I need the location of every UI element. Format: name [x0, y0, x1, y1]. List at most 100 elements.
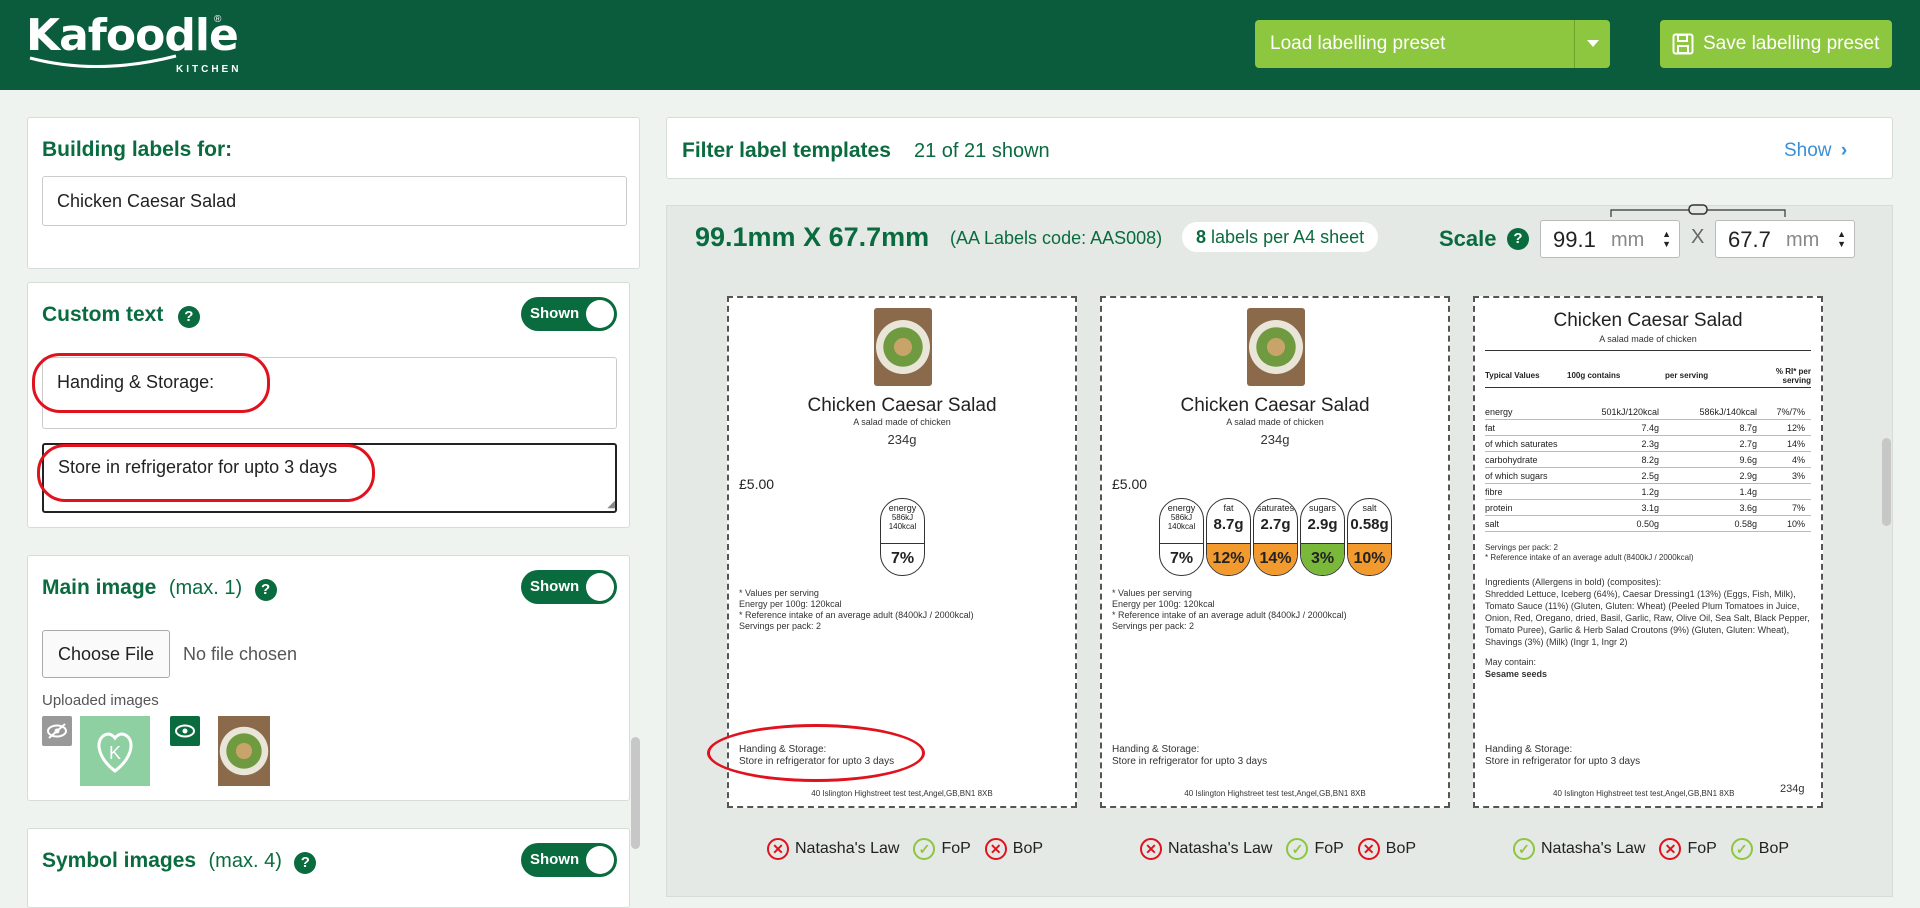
nutrition-cell: 4%	[1791, 454, 1805, 465]
nutrition-cell: 10%	[1786, 518, 1805, 529]
symbol-images-toggle[interactable]: Shown	[521, 843, 617, 877]
tl-value: 2.9g	[1307, 516, 1338, 533]
logo-swoosh-icon	[29, 54, 177, 69]
help-icon[interactable]: ?	[1507, 228, 1529, 250]
height-input[interactable]: 67.7 mm ▲ ▼	[1715, 220, 1855, 258]
main-image-header: Main image (max. 1) ?	[42, 576, 277, 601]
sidebar-scrollbar[interactable]	[631, 737, 640, 849]
width-input[interactable]: 99.1 mm ▲ ▼	[1540, 220, 1680, 258]
label-notes: * Values per serving Energy per 100g: 12…	[1112, 588, 1347, 632]
preview-scrollbar[interactable]	[1882, 438, 1891, 526]
main-image-max: (max. 1)	[168, 577, 243, 599]
scale-label: Scale	[1439, 226, 1497, 251]
nutrition-cell: salt	[1485, 518, 1500, 529]
stepper-icon[interactable]: ▲ ▼	[1837, 229, 1846, 249]
help-icon[interactable]: ?	[294, 851, 317, 874]
toggle-knob	[586, 573, 614, 601]
save-labelling-preset-button[interactable]: Save labelling preset	[1660, 20, 1892, 68]
recipe-name-input[interactable]: Chicken Caesar Salad	[42, 176, 627, 226]
label-title: Chicken Caesar Salad	[1180, 395, 1370, 416]
label-template-1[interactable]: Chicken Caesar Salad A salad made of chi…	[727, 296, 1077, 808]
traffic-light-saturates: saturates 2.7g 14%	[1253, 498, 1298, 576]
tl-name: saturates	[1256, 503, 1295, 513]
nutrition-row: salt 0.50g 0.58g 10%	[1485, 516, 1811, 532]
natashas-law-label: Natasha's Law	[795, 840, 900, 857]
no-file-text: No file chosen	[183, 644, 298, 664]
nutrition-cell: 1.4g	[1739, 486, 1757, 497]
label-custom-text: Handing & Storage: Store in refrigerator…	[1112, 744, 1267, 768]
main-image-toggle[interactable]: Shown	[521, 570, 617, 604]
nutrition-cell: 501kJ/120kcal	[1601, 406, 1659, 417]
link-dimensions-icon[interactable]	[1610, 204, 1786, 218]
label-price: £5.00	[1112, 476, 1148, 492]
ingredients-text: Shredded Lettuce, Iceberg (64%), Caesar …	[1485, 589, 1810, 647]
help-icon[interactable]: ?	[177, 305, 200, 328]
nutrition-cell: 3%	[1791, 470, 1805, 481]
traffic-light-energy: energy 586kJ 140kcal 7%	[1159, 498, 1204, 576]
nutrition-row: carbohydrate 8.2g 9.6g 4%	[1485, 452, 1811, 468]
cross-icon: ✕	[767, 838, 789, 860]
chevron-down-icon[interactable]	[1574, 20, 1610, 68]
nutrition-cell: 8.2g	[1641, 454, 1659, 465]
note-line: Energy per 100g: 120kcal	[1112, 599, 1215, 609]
registered-icon: ®	[214, 14, 222, 25]
load-labelling-preset-dropdown[interactable]: Load labelling preset	[1255, 20, 1610, 68]
label-size: 99.1mm X 67.7mm	[695, 222, 930, 252]
label-subtitle: A salad made of chicken	[853, 417, 951, 427]
cross-icon: ✕	[1140, 838, 1162, 860]
choose-file-button[interactable]: Choose File	[42, 630, 170, 678]
storage-text: Store in refrigerator for upto 3 days	[739, 756, 895, 767]
label-weight: 234g	[1260, 432, 1290, 447]
help-icon[interactable]: ?	[254, 578, 277, 601]
cross-icon: ✕	[1659, 838, 1682, 860]
tl-name: sugars	[1308, 503, 1336, 513]
custom-text-line1-input[interactable]: Handing & Storage:	[42, 357, 617, 429]
ingredients-block: Ingredients (Allergens in bold) (composi…	[1485, 576, 1811, 680]
nutrition-cell: 7%/7%	[1776, 406, 1805, 417]
note-line: * Values per serving	[739, 588, 819, 598]
note-line: Servings per pack: 2	[739, 621, 822, 631]
eye-off-icon[interactable]	[42, 716, 72, 746]
traffic-light-salt: salt 0.58g 10%	[1347, 498, 1392, 576]
logo-wordmark: Kafoodle	[26, 10, 239, 61]
building-labels-panel: Building labels for: Chicken Caesar Sala…	[27, 117, 640, 269]
may-contain-title: May contain:	[1485, 657, 1537, 667]
nutrition-header-row: Typical Values 100g contains per serving…	[1485, 364, 1811, 388]
label-template-3[interactable]: Chicken Caesar Salad A salad made of chi…	[1473, 296, 1823, 808]
eye-icon[interactable]	[170, 716, 200, 746]
uploaded-image-kafoodle-logo[interactable]: K	[80, 716, 150, 786]
nutrition-cell: 0.50g	[1636, 518, 1659, 529]
stepper-icon[interactable]: ▲ ▼	[1662, 229, 1671, 249]
check-icon: ✓	[913, 838, 936, 860]
custom-text-toggle[interactable]: Shown	[521, 297, 617, 331]
uploaded-image-salad[interactable]	[218, 716, 270, 786]
nutrition-cell: 7.4g	[1641, 422, 1659, 433]
nutrition-row: protein 3.1g 3.6g 7%	[1485, 500, 1811, 516]
storage-text: Store in refrigerator for upto 3 days	[1485, 756, 1641, 767]
custom-text-header: Custom text ?	[42, 303, 200, 328]
divider	[1485, 350, 1811, 351]
custom-text-line2-input[interactable]: Store in refrigerator for upto 3 days	[42, 443, 617, 513]
ri-note: * Reference intake of an average adult (…	[1485, 553, 1694, 562]
height-unit: mm	[1786, 229, 1820, 251]
nutrition-row: energy 501kJ/120kcal 586kJ/140kcal 7%/7%	[1485, 404, 1811, 420]
filter-title: Filter label templates	[682, 139, 891, 162]
filter-count: 21 of 21 shown	[914, 140, 1050, 162]
label-subtitle: A salad made of chicken	[1226, 417, 1324, 427]
kafoodle-logo[interactable]: Kafoodle KITCHEN ®	[26, 10, 239, 76]
bop-label: BoP	[1012, 840, 1044, 857]
nutrition-notes: Servings per pack: 2 * Reference intake …	[1485, 543, 1694, 563]
nutrition-cell: 586kJ/140kcal	[1699, 406, 1757, 417]
nutrition-cell: 9.6g	[1739, 454, 1757, 465]
custom-text-title: Custom text	[42, 303, 164, 326]
resize-handle-icon[interactable]: ◢	[607, 499, 615, 510]
label-template-2[interactable]: Chicken Caesar Salad A salad made of chi…	[1100, 296, 1450, 808]
note-line: Servings per pack: 2	[1112, 621, 1195, 631]
fop-label: FoP	[1314, 840, 1344, 857]
check-icon: ✓	[1513, 838, 1535, 860]
show-filters-link[interactable]: Show ›	[1784, 140, 1847, 162]
nutrition-cell: 1.2g	[1641, 486, 1659, 497]
nutrition-cell: fat	[1485, 422, 1496, 433]
check-icon: ✓	[1730, 838, 1753, 860]
cross-icon: ✕	[1357, 838, 1380, 860]
